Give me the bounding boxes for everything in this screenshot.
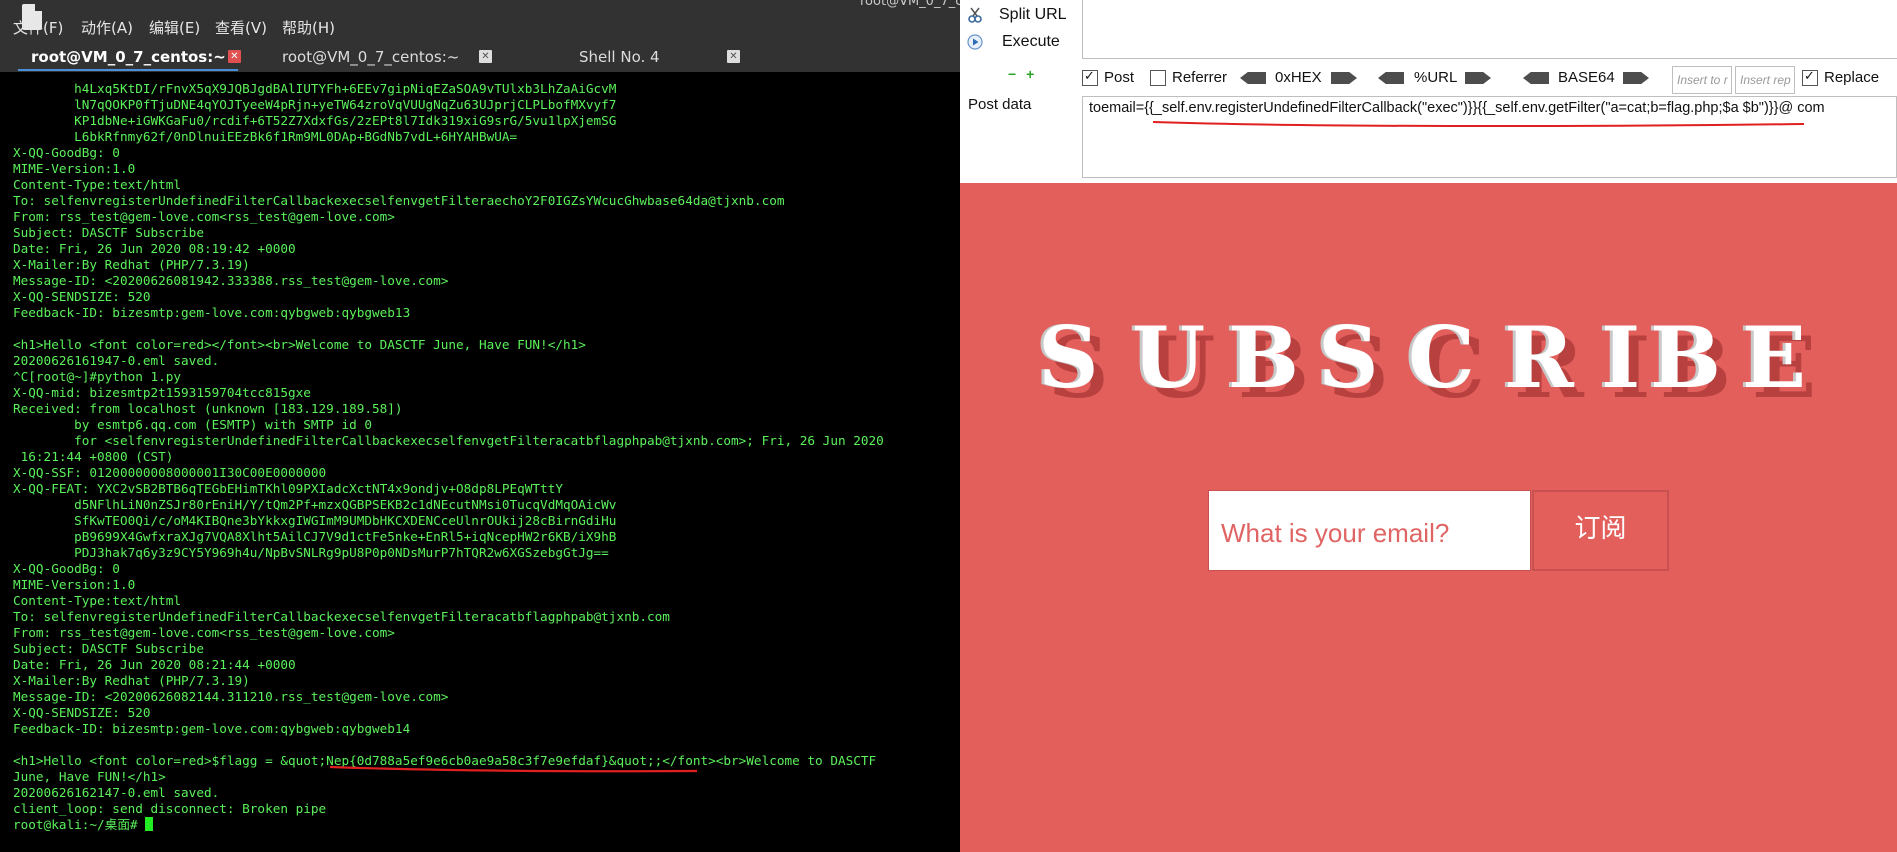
email-input[interactable]: What is your email? (1208, 490, 1531, 571)
url-encode-arrow-icon[interactable] (1465, 72, 1491, 84)
tab-shell-2[interactable]: root@VM_0_7_centos:~ ✕ (248, 44, 496, 72)
tab-shell-1[interactable]: root@VM_0_7_centos:~ ✕ (0, 44, 248, 72)
base64-label: BASE64 (1558, 69, 1615, 86)
title-letter: I (1601, 308, 1641, 407)
terminal-window: root@VM_0_7_c 文件(F) 动作(A) 编辑(E) 查看(V) 帮助… (0, 0, 960, 852)
post-checkbox[interactable] (1082, 68, 1098, 86)
minus-icon[interactable]: − (1008, 66, 1016, 82)
insert-replace-placeholder: Insert rep (1740, 73, 1791, 87)
tab-label: Shell No. 4 (579, 48, 660, 66)
menu-edit[interactable]: 编辑(E) (149, 17, 200, 38)
tab-label: root@VM_0_7_centos:~ (282, 48, 460, 66)
title-letter: E (1742, 308, 1807, 407)
active-tab-indicator (18, 69, 238, 71)
plus-icon[interactable]: + (1026, 66, 1034, 82)
insert-to-placeholder: Insert to r (1677, 73, 1728, 87)
subscribe-button[interactable]: 订阅 (1532, 490, 1669, 571)
window-title: root@VM_0_7_c (860, 0, 960, 9)
terminal-tabbar: root@VM_0_7_centos:~ ✕ root@VM_0_7_cento… (0, 44, 960, 72)
base64-encode-arrow-icon[interactable] (1623, 72, 1649, 84)
terminal-menubar: root@VM_0_7_c 文件(F) 动作(A) 编辑(E) 查看(V) 帮助… (0, 0, 960, 44)
url-input[interactable] (1082, 0, 1897, 59)
split-url-label: Split URL (999, 6, 1067, 23)
replace-checkbox[interactable] (1802, 68, 1818, 86)
hex-label: 0xHEX (1275, 69, 1322, 86)
title-letter: R (1504, 308, 1574, 407)
close-icon[interactable]: ✕ (228, 50, 241, 63)
flag-annotation-underline (329, 765, 698, 773)
base64-decode-arrow-icon[interactable] (1523, 72, 1549, 84)
browser-panel: Split URL Execute − + Post Referrer 0xHE… (960, 0, 1897, 852)
scissors-icon (968, 7, 982, 23)
terminal-output[interactable]: h4Lxq5KtDI/rFnvX5qX9JQBJgdBAlIUTYFh+6EEv… (13, 81, 953, 833)
post-label: Post (1104, 69, 1135, 86)
menu-view[interactable]: 查看(V) (215, 17, 267, 38)
payload-annotation-underline (1152, 121, 1805, 128)
hex-encode-arrow-icon[interactable] (1331, 72, 1357, 84)
tab-label: root@VM_0_7_centos:~ (31, 48, 226, 66)
close-icon[interactable]: ✕ (727, 50, 740, 63)
hex-decode-arrow-icon[interactable] (1240, 72, 1266, 84)
url-decode-arrow-icon[interactable] (1378, 72, 1404, 84)
play-icon (967, 34, 983, 50)
referrer-label: Referrer (1172, 69, 1228, 86)
insert-replace-input[interactable]: Insert rep (1735, 66, 1795, 94)
close-icon[interactable]: ✕ (479, 50, 492, 63)
menu-action[interactable]: 动作(A) (81, 17, 133, 38)
execute-button[interactable]: Execute (960, 31, 1080, 57)
terminal-text: h4Lxq5KtDI/rFnvX5qX9JQBJgdBAlIUTYFh+6EEv… (13, 81, 884, 832)
execute-label: Execute (1002, 33, 1060, 50)
replace-label: Replace (1824, 69, 1880, 86)
terminal-cursor (145, 817, 154, 831)
menu-file[interactable]: 文件(F) (13, 17, 63, 38)
subscribe-title: S U B S C R I B E (1038, 308, 1838, 407)
title-letter: B (1650, 308, 1721, 407)
title-letter: S (1318, 308, 1379, 407)
menu-help[interactable]: 帮助(H) (282, 17, 335, 38)
post-data-input[interactable]: toemail={{_self.env.registerUndefinedFil… (1082, 96, 1897, 178)
post-data-text: toemail={{_self.env.registerUndefinedFil… (1089, 100, 1825, 116)
url-label: %URL (1414, 69, 1458, 86)
title-letter: B (1228, 308, 1299, 407)
hackbar-panel: Split URL Execute − + Post Referrer 0xHE… (960, 0, 1897, 180)
split-url-button[interactable]: Split URL (960, 4, 1080, 30)
insert-to-input[interactable]: Insert to r (1672, 66, 1732, 94)
title-letter: U (1132, 308, 1206, 407)
post-data-label: Post data (968, 96, 1032, 113)
hackbar-options: Post Referrer 0xHEX %URL BASE64 Insert t… (1082, 66, 1897, 94)
title-letter: C (1408, 308, 1475, 407)
referrer-checkbox[interactable] (1150, 70, 1166, 86)
email-placeholder: What is your email? (1221, 518, 1450, 548)
subscribe-page: S U B S C R I B E What is your email? 订阅 (960, 183, 1897, 852)
zoom-controls: − + (1008, 66, 1034, 82)
title-letter: S (1038, 308, 1099, 407)
tab-shell-4[interactable]: Shell No. 4 ✕ (496, 44, 744, 72)
